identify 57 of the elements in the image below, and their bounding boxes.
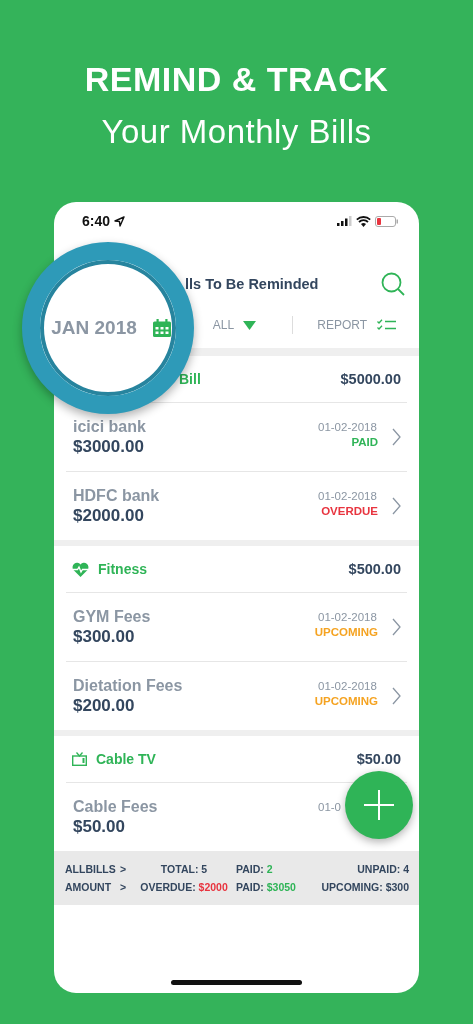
summary-stat: PAID: 2: [236, 863, 274, 877]
category-total: $50.00: [356, 751, 401, 767]
battery-icon: [375, 215, 399, 227]
wifi-icon: [356, 215, 371, 227]
category-name: Fitness: [98, 561, 147, 577]
search-icon[interactable]: [381, 272, 405, 296]
chevron-icon: [392, 497, 401, 515]
due-date: 01-02-2018: [318, 680, 377, 692]
category-dropdown[interactable]: ALL: [212, 318, 293, 332]
category-name: Cable TV: [96, 751, 156, 767]
category-name: Bill: [179, 371, 201, 387]
summary-stat: OVERDUE: $2000: [139, 880, 229, 895]
summary-stat: TOTAL: 5: [159, 863, 209, 877]
month-selector[interactable]: JAN 2018: [51, 317, 137, 339]
bill-amount: $3000.00: [73, 436, 145, 457]
chevron-icon: [392, 428, 401, 446]
chevron-icon: [392, 618, 401, 636]
summary-label: AMOUNT: [65, 880, 113, 895]
summary-stat: UNPAID: 4: [356, 863, 409, 877]
report-button[interactable]: REPORT: [317, 318, 397, 332]
bill-name: Cable Fees: [73, 797, 159, 816]
chevron-icon: [392, 687, 401, 705]
status-label: UPCOMING: [314, 695, 378, 707]
bill-amount: $300.00: [73, 626, 136, 647]
summary-arrow: >: [120, 863, 128, 877]
summary-stat: UPCOMING: $300: [320, 880, 409, 895]
bill-name: HDFC bank: [73, 486, 161, 505]
status-label: OVERDUE: [321, 505, 378, 517]
status-label: PAID: [351, 436, 378, 448]
location-arrow-icon: [114, 215, 126, 227]
due-date: 01-02-2018: [318, 490, 377, 502]
due-date: 01-02-2018: [318, 421, 377, 433]
status-time: 6:40: [82, 213, 111, 229]
signal-icon: [337, 216, 352, 226]
subheadline: Your Monthly Bills: [101, 112, 372, 152]
category-total: $500.00: [348, 561, 401, 577]
summary-label: ALLBILLS: [65, 863, 117, 877]
caret-icon: [243, 320, 257, 330]
summary-stat: PAID: $3050: [236, 880, 297, 895]
bill-amount: $2000.00: [73, 505, 145, 526]
heart-pulse-icon: [72, 561, 89, 577]
due-date: 01-0: [318, 801, 342, 813]
summary-arrow: >: [120, 880, 128, 895]
screen-title: lls To Be Reminded: [185, 276, 320, 292]
due-date: 01-02-2018: [318, 611, 377, 623]
bill-name: icici bank: [73, 417, 147, 436]
checklist-icon: [377, 319, 397, 331]
bill-name: Dietation Fees: [73, 676, 184, 695]
headline: REMIND & TRACK: [84, 59, 389, 100]
bill-amount: $200.00: [73, 695, 136, 716]
category-total: $5000.00: [340, 371, 401, 387]
calendar-icon[interactable]: [152, 319, 171, 337]
tv-icon: [72, 752, 87, 766]
plus-icon: [364, 790, 394, 820]
bill-amount: $50.00: [73, 816, 126, 837]
status-label: UPCOMING: [314, 626, 378, 638]
bill-name: GYM Fees: [73, 607, 152, 626]
